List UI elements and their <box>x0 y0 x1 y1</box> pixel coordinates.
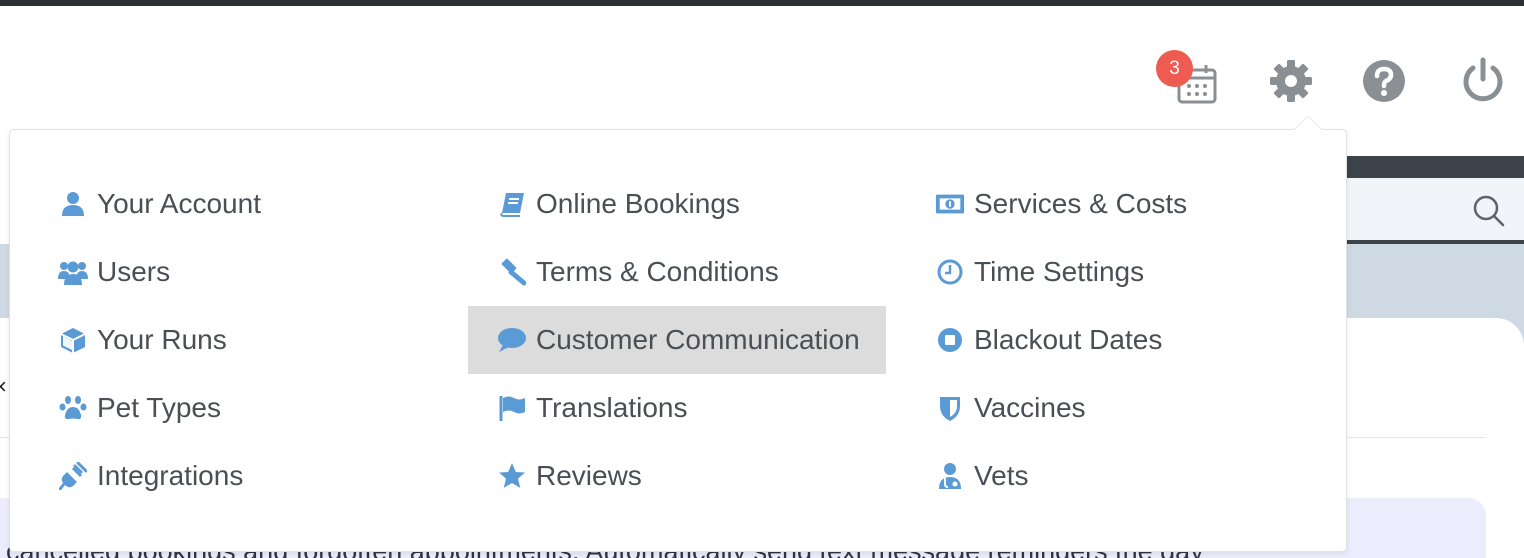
menu-item-pet-types[interactable]: Pet Types <box>58 374 458 442</box>
menu-item-label: Blackout Dates <box>974 324 1163 355</box>
search-icon <box>1473 195 1505 227</box>
menu-item-reviews[interactable]: Reviews <box>468 442 886 510</box>
gavel-icon <box>497 257 527 287</box>
user-icon <box>58 189 88 219</box>
menu-item-vaccines[interactable]: Vaccines <box>935 374 1335 442</box>
paw-icon <box>58 393 88 423</box>
menu-item-customer-communication[interactable]: Customer Communication <box>468 306 886 374</box>
menu-item-label: Users <box>97 256 171 287</box>
menu-item-your-account[interactable]: Your Account <box>58 170 458 238</box>
menu-item-time-settings[interactable]: Time Settings <box>935 238 1335 306</box>
menu-item-blackout-dates[interactable]: Blackout Dates <box>935 306 1335 374</box>
menu-item-label: Vaccines <box>974 392 1086 423</box>
comment-icon <box>497 325 527 355</box>
shield-icon <box>935 393 965 423</box>
stop-circle-icon <box>935 325 965 355</box>
search-field[interactable] <box>1330 178 1524 240</box>
menu-item-users[interactable]: Users <box>58 238 458 306</box>
menu-item-label: Services & Costs <box>974 188 1188 219</box>
gear-icon <box>1270 60 1312 102</box>
menu-item-label: Your Account <box>97 188 261 219</box>
menu-item-label: Vets <box>974 460 1029 491</box>
menu-item-online-bookings[interactable]: Online Bookings <box>468 170 886 238</box>
menu-item-label: Time Settings <box>974 256 1145 287</box>
dropdown-caret-fill <box>1294 117 1322 130</box>
logout-button[interactable] <box>1460 56 1506 104</box>
menu-item-label: Customer Communication <box>536 324 860 355</box>
book-icon <box>497 189 527 219</box>
help-icon <box>1363 60 1405 102</box>
help-button[interactable] <box>1361 58 1407 104</box>
flag-icon <box>497 393 527 423</box>
settings-button[interactable] <box>1268 58 1314 104</box>
menu-item-label: Terms & Conditions <box>536 256 779 287</box>
menu-item-integrations[interactable]: Integrations <box>58 442 458 510</box>
star-icon <box>497 461 527 491</box>
menu-item-services-costs[interactable]: Services & Costs <box>935 170 1335 238</box>
menu-item-label: Online Bookings <box>536 188 740 219</box>
menu-item-vets[interactable]: Vets <box>935 442 1335 510</box>
menu-item-label: Your Runs <box>97 324 227 355</box>
menu-item-your-runs[interactable]: Your Runs <box>58 306 458 374</box>
money-icon <box>935 189 965 219</box>
clock-icon <box>935 257 965 287</box>
menu-item-terms-conditions[interactable]: Terms & Conditions <box>468 238 886 306</box>
power-icon <box>1463 57 1503 102</box>
menu-item-label: Pet Types <box>97 392 222 423</box>
doctor-icon <box>935 461 965 491</box>
users-icon <box>58 257 88 287</box>
menu-item-translations[interactable]: Translations <box>468 374 886 442</box>
menu-item-label: Translations <box>536 392 688 423</box>
menu-item-label: Reviews <box>536 460 642 491</box>
menu-item-label: Integrations <box>97 460 244 491</box>
plug-icon <box>58 461 88 491</box>
close-icon[interactable]: × <box>0 374 7 400</box>
cube-icon <box>58 325 88 355</box>
notification-badge[interactable]: 3 <box>1156 50 1193 87</box>
